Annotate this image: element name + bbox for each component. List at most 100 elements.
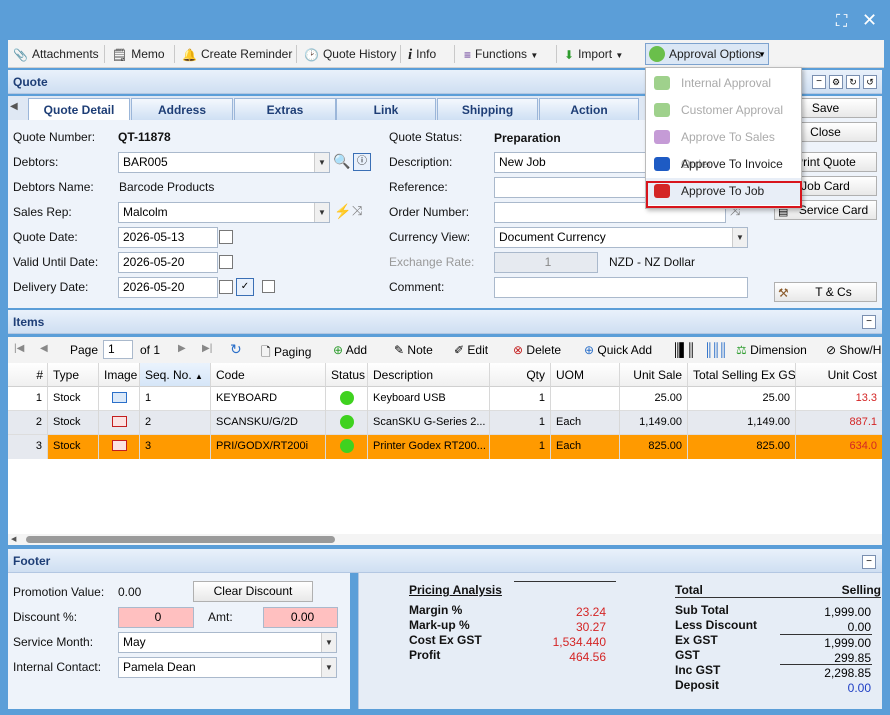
row-number: 3 xyxy=(8,435,48,459)
row-image[interactable] xyxy=(99,435,140,459)
debtors-label: Debtors: xyxy=(13,155,59,169)
less-discount-label: Less Discount xyxy=(675,618,758,632)
column-header-total[interactable]: Total Selling Ex GST xyxy=(688,363,796,387)
debtors-field[interactable]: BAR005 ▼ xyxy=(118,152,330,173)
memo-button[interactable]: 🗒 Memo xyxy=(112,40,165,68)
info-button[interactable]: i Info xyxy=(408,40,436,68)
column-header-qty[interactable]: Qty xyxy=(490,363,551,387)
chevron-down-icon[interactable]: ▼ xyxy=(314,153,329,172)
debtor-details-icon[interactable]: ⓘ xyxy=(353,153,371,171)
tab-action[interactable]: Action xyxy=(539,98,639,120)
discount-amount-field[interactable]: 0.00 xyxy=(263,607,338,628)
column-header-type[interactable]: Type xyxy=(48,363,99,387)
clear-discount-button[interactable]: Clear Discount xyxy=(193,581,313,602)
column-header-seq[interactable]: Seq. No. ▲ xyxy=(140,363,211,387)
import-button[interactable]: ⬇ Import ▼ xyxy=(564,40,623,68)
row-image[interactable] xyxy=(99,387,140,411)
tab-address[interactable]: Address xyxy=(131,98,233,120)
dimension-button[interactable]: ⚖ Dimension xyxy=(736,343,807,357)
first-page-icon[interactable]: |◀ xyxy=(14,343,24,354)
tab-shipping[interactable]: Shipping xyxy=(437,98,538,120)
reference-field[interactable] xyxy=(494,177,646,198)
column-header-unit-cost[interactable]: Unit Cost xyxy=(796,363,882,387)
scroll-left-icon[interactable]: ◀ xyxy=(11,535,16,543)
tab-quote-detail[interactable]: Quote Detail xyxy=(28,98,130,121)
table-row-selected[interactable]: 3 Stock 3 PRI/GODX/RT200i Printer Godex … xyxy=(8,435,882,459)
paging-button[interactable]: 🗋 Paging xyxy=(261,343,311,364)
shuffle-icon[interactable]: ⤨ xyxy=(352,203,362,219)
gst-value: 299.85 xyxy=(834,651,871,665)
column-header-number[interactable]: # xyxy=(8,363,48,387)
column-header-image[interactable]: Image xyxy=(99,363,140,387)
lightning-icon[interactable]: ⚡ xyxy=(334,203,351,220)
tab-link[interactable]: Link xyxy=(336,98,436,120)
collapse-icon[interactable]: − xyxy=(862,555,876,569)
add-item-button[interactable]: ⊕ Add xyxy=(333,343,367,357)
calendar-icon[interactable] xyxy=(219,255,233,269)
note-button[interactable]: ✎ Note xyxy=(394,343,433,357)
row-unit-sale: 1,149.00 xyxy=(620,411,688,435)
calendar-icon[interactable] xyxy=(219,280,233,294)
refresh-icon[interactable]: ↻ xyxy=(846,75,860,89)
internal-contact-select[interactable]: Pamela Dean ▼ xyxy=(118,657,337,678)
service-month-select[interactable]: May ▼ xyxy=(118,632,337,653)
quote-date-field[interactable]: 2026-05-13 xyxy=(118,227,218,248)
currency-view-select[interactable]: Document Currency ▼ xyxy=(494,227,748,248)
note-label: Note xyxy=(407,343,433,357)
discount-percent-field[interactable]: 0 xyxy=(118,607,194,628)
show-hide-button[interactable]: ⊘ Show/H xyxy=(826,343,881,357)
description-field[interactable]: New Job xyxy=(494,152,646,173)
chevron-down-icon[interactable]: ▼ xyxy=(732,228,747,247)
table-row[interactable]: 2 Stock 2 SCANSKU/G/2D ScanSKU G-Series … xyxy=(8,411,882,435)
valid-until-field[interactable]: 2026-05-20 xyxy=(118,252,218,273)
column-header-description[interactable]: Description xyxy=(368,363,490,387)
calendar-icon[interactable] xyxy=(219,230,233,244)
delete-button[interactable]: ⊗ Delete xyxy=(513,343,561,357)
calendar-check-icon[interactable]: ✓ xyxy=(236,278,254,296)
row-image[interactable] xyxy=(99,411,140,435)
scrollbar-thumb[interactable] xyxy=(26,536,335,543)
maximize-icon[interactable]: ⛶ xyxy=(836,13,847,31)
column-header-uom[interactable]: UOM xyxy=(551,363,620,387)
next-page-icon[interactable]: ▶ xyxy=(178,343,186,354)
prev-page-icon[interactable]: ◀ xyxy=(40,343,48,354)
edit-button[interactable]: ✐ Edit xyxy=(454,343,488,357)
attachments-button[interactable]: 📎 Attachments xyxy=(13,40,99,68)
column-header-code[interactable]: Code xyxy=(211,363,326,387)
column-header-unit-sale[interactable]: Unit Sale xyxy=(620,363,688,387)
row-status xyxy=(326,387,368,411)
terms-button[interactable]: ⚒ T & Cs xyxy=(774,282,877,302)
settings-icon[interactable]: ⚙ xyxy=(829,75,843,89)
refresh-icon[interactable]: ↻ xyxy=(230,341,242,358)
refresh-icon[interactable]: ↺ xyxy=(863,75,877,89)
close-icon[interactable]: ✕ xyxy=(862,10,877,31)
column-header-status[interactable]: Status xyxy=(326,363,368,387)
create-reminder-button[interactable]: 🔔 Create Reminder xyxy=(182,40,292,68)
barcode-icon[interactable]: ║▌║ xyxy=(672,342,696,357)
collapse-icon[interactable]: − xyxy=(862,315,876,329)
chevron-down-icon[interactable]: ▼ xyxy=(314,203,329,222)
search-icon[interactable]: 🔍 xyxy=(333,153,350,170)
sales-rep-field[interactable]: Malcolm ▼ xyxy=(118,202,330,223)
collapse-icon[interactable]: − xyxy=(812,75,826,89)
quick-add-button[interactable]: ⊕ Quick Add xyxy=(584,343,652,357)
tab-extras[interactable]: Extras xyxy=(234,98,336,120)
delivery-date-field[interactable]: 2026-05-20 xyxy=(118,277,218,298)
horizontal-scrollbar[interactable]: ◀ xyxy=(8,534,882,545)
chevron-down-icon[interactable]: ▼ xyxy=(321,633,336,652)
barcode-scan-icon[interactable]: ║║║ xyxy=(704,342,728,357)
chevron-down-icon[interactable]: ▼ xyxy=(321,658,336,677)
memo-icon: 🗒 xyxy=(112,47,128,62)
page-icon: 🗋 xyxy=(261,345,271,359)
page-number-input[interactable]: 1 xyxy=(103,340,133,359)
debtors-name-label: Debtors Name: xyxy=(13,180,94,194)
quote-history-button[interactable]: 🕑 Quote History xyxy=(304,40,396,68)
delivery-checkbox[interactable] xyxy=(262,280,275,293)
table-row[interactable]: 1 Stock 1 KEYBOARD Keyboard USB 1 25.00 … xyxy=(8,387,882,411)
menu-item-approve-to-invoice[interactable]: Approve To Invoice xyxy=(646,151,801,178)
tab-scroll-left-icon[interactable]: ◀ xyxy=(10,101,18,112)
functions-button[interactable]: ≡ Functions ▼ xyxy=(464,40,538,68)
comment-field[interactable] xyxy=(494,277,748,298)
last-page-icon[interactable]: ▶| xyxy=(202,343,212,354)
approval-options-button[interactable]: Approval Options ▼ xyxy=(645,43,769,65)
